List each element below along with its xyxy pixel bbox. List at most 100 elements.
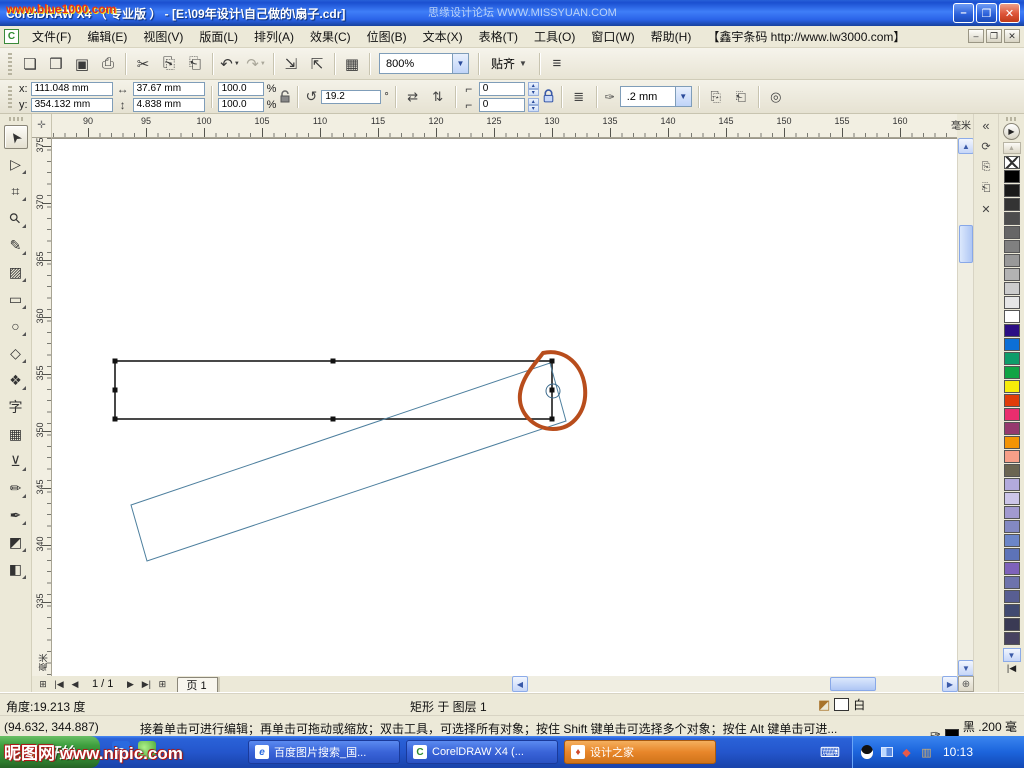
toolbox-drag-handle[interactable] [9, 117, 23, 121]
color-swatch-12[interactable] [1004, 324, 1020, 337]
to-back-icon[interactable]: ⎘ [705, 86, 727, 108]
shape-tool[interactable]: ▷ [4, 152, 28, 176]
corner-lock-icon[interactable] [542, 89, 555, 104]
first-page-button[interactable]: |◀ [52, 677, 66, 691]
palette-scroll-up-icon[interactable]: ▲ [1003, 142, 1021, 154]
menu-item-6[interactable]: 位图(B) [359, 26, 415, 47]
to-front-icon[interactable]: ⎗ [730, 86, 752, 108]
menu-item-7[interactable]: 文本(X) [415, 26, 471, 47]
chevron-down-icon[interactable]: ▼ [452, 54, 468, 73]
crop-tool[interactable]: ⌗ [4, 179, 28, 203]
selection-handle[interactable] [113, 388, 118, 393]
ruler-origin[interactable]: ✛ [32, 114, 52, 138]
color-swatch-8[interactable] [1004, 268, 1020, 281]
application-launcher-icon[interactable]: ▦ [340, 52, 364, 76]
qq-tray-icon[interactable] [859, 745, 874, 760]
drawing-canvas[interactable] [52, 138, 957, 676]
menu-item-3[interactable]: 版面(L) [191, 26, 246, 47]
close-button[interactable]: ✕ [999, 3, 1020, 23]
propbar-drag-handle[interactable] [8, 86, 12, 108]
new-document-icon[interactable]: ❏ [18, 52, 42, 76]
color-swatch-30[interactable] [1004, 576, 1020, 589]
palette-flyout-button[interactable]: ▶ [1003, 123, 1020, 140]
corner-br-spinner[interactable]: ▴▾ [528, 98, 539, 112]
network-tray-icon[interactable] [879, 745, 894, 760]
selection-handle[interactable] [113, 359, 118, 364]
corner-tl-spinner[interactable]: ▴▾ [528, 82, 539, 96]
color-swatch-18[interactable] [1004, 408, 1020, 421]
color-swatch-34[interactable] [1004, 632, 1020, 645]
add-page-button[interactable]: ⊞ [36, 677, 50, 691]
color-swatch-2[interactable] [1004, 184, 1020, 197]
selected-rectangle[interactable] [115, 361, 552, 419]
color-swatch-21[interactable] [1004, 450, 1020, 463]
color-swatch-7[interactable] [1004, 254, 1020, 267]
rotated-rectangle-outline[interactable] [131, 363, 566, 561]
scroll-up-icon[interactable]: ▲ [958, 138, 974, 154]
freehand-tool[interactable]: ✎ [4, 233, 28, 257]
ellipse-tool[interactable]: ○ [4, 314, 28, 338]
wrap-text-icon[interactable]: ≣ [568, 86, 590, 108]
menu-item-0[interactable]: 文件(F) [24, 26, 79, 47]
docker-icon-b[interactable]: ⎗ [977, 181, 995, 196]
color-swatch-10[interactable] [1004, 296, 1020, 309]
color-swatch-14[interactable] [1004, 352, 1020, 365]
color-swatch-13[interactable] [1004, 338, 1020, 351]
color-swatch-31[interactable] [1004, 590, 1020, 603]
page-tab[interactable]: 页 1 [177, 677, 217, 692]
color-swatch-27[interactable] [1004, 534, 1020, 547]
snap-to-button[interactable]: 贴齐 ▼ [484, 53, 534, 75]
color-swatch-16[interactable] [1004, 380, 1020, 393]
vertical-ruler[interactable]: 375370365360355350345340335 毫米 [32, 138, 52, 676]
color-swatch-28[interactable] [1004, 548, 1020, 561]
color-swatch-1[interactable] [1004, 170, 1020, 183]
minimize-button[interactable]: – [953, 3, 974, 23]
eyedropper-tool[interactable]: ✏ [4, 476, 28, 500]
mdi-close-button[interactable]: ✕ [1004, 29, 1020, 43]
menu-item-4[interactable]: 排列(A) [246, 26, 302, 47]
start-button[interactable]: 开始 [0, 736, 100, 768]
quicklaunch-icon[interactable] [138, 741, 156, 759]
menu-item-9[interactable]: 工具(O) [526, 26, 583, 47]
scroll-right-icon[interactable]: ▶ [942, 676, 958, 692]
import-icon[interactable]: ⇲ [279, 52, 303, 76]
color-swatch-22[interactable] [1004, 464, 1020, 477]
mirror-vertical-icon[interactable]: ⇅ [427, 86, 449, 108]
selection-handle[interactable] [550, 417, 555, 422]
corner-radius-br-field[interactable]: 0 [479, 98, 525, 112]
color-swatch-3[interactable] [1004, 198, 1020, 211]
close-docker-icon[interactable]: ✕ [977, 202, 995, 217]
scroll-down-icon[interactable]: ▼ [958, 660, 974, 676]
color-swatch-26[interactable] [1004, 520, 1020, 533]
scale-x-field[interactable]: 100.0 [218, 82, 264, 96]
task-button-1[interactable]: CCorelDRAW X4 (... [406, 740, 558, 764]
paste-icon[interactable]: ⎗ [183, 52, 207, 76]
volume-tray-icon[interactable]: ▥ [919, 745, 934, 760]
color-swatch-33[interactable] [1004, 618, 1020, 631]
interactive-fill-tool[interactable]: ◧ [4, 557, 28, 581]
selection-handle[interactable] [550, 388, 555, 393]
selection-handle[interactable] [550, 359, 555, 364]
menu-item-5[interactable]: 效果(C) [302, 26, 359, 47]
horizontal-ruler[interactable]: 9095100105110115120125130135140145150155… [52, 114, 957, 138]
restore-button[interactable]: ❐ [976, 3, 997, 23]
mirror-horizontal-icon[interactable]: ⇄ [402, 86, 424, 108]
blend-tool[interactable]: ⊻ [4, 449, 28, 473]
table-tool[interactable]: ▦ [4, 422, 28, 446]
text-tool[interactable]: 字 [4, 395, 28, 419]
zoom-level-combo[interactable]: 800% ▼ [379, 53, 469, 74]
color-swatch-19[interactable] [1004, 422, 1020, 435]
menu-item-2[interactable]: 视图(V) [135, 26, 191, 47]
save-document-icon[interactable]: ▣ [70, 52, 94, 76]
menu-item-8[interactable]: 表格(T) [471, 26, 526, 47]
menu-item-12[interactable]: 【鑫宇条码 http://www.lw3000.com】 [699, 26, 913, 47]
object-height-field[interactable]: 4.838 mm [133, 98, 205, 112]
selection-handle[interactable] [331, 417, 336, 422]
palette-expand-button[interactable]: |◀ [1003, 662, 1021, 675]
corner-radius-tl-field[interactable]: 0 [479, 82, 525, 96]
basic-shapes-tool[interactable]: ❖ [4, 368, 28, 392]
selection-handle[interactable] [331, 359, 336, 364]
color-swatch-6[interactable] [1004, 240, 1020, 253]
color-swatch-9[interactable] [1004, 282, 1020, 295]
x-position-field[interactable]: 111.048 mm [31, 82, 113, 96]
